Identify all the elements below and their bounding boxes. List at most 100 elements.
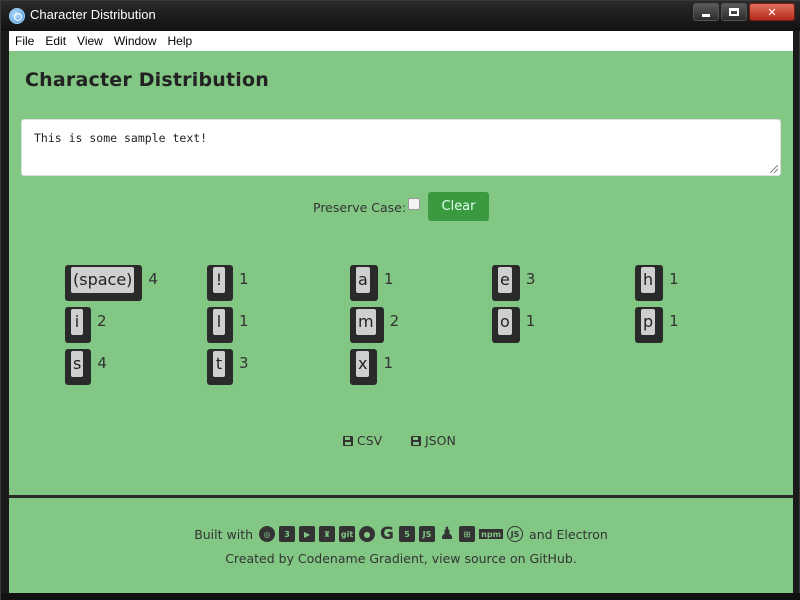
char-entry: t 3 [207,349,249,385]
char-count: 1 [239,270,249,288]
char-key: x [350,349,378,385]
char-key: l [207,307,233,343]
char-key-label: h [641,267,656,293]
char-key-label: i [71,309,83,335]
window-controls: ✕ [691,3,795,21]
css3-icon[interactable]: 3 [279,526,296,542]
app-window: Character Distribution ✕ File Edit View … [0,0,800,600]
flag-icon[interactable]: ▶ [299,526,316,542]
minimize-button[interactable] [693,3,719,21]
json-label: JSON [425,433,456,448]
char-count: 1 [383,354,394,372]
char-entry: o 1 [492,307,535,343]
char-count: 1 [669,270,679,288]
close-icon: ✕ [767,5,777,19]
built-with-label: Built with [194,526,254,542]
google-icon[interactable]: G [379,524,395,544]
preserve-case-checkbox[interactable] [408,198,420,210]
and-electron-label: and Electron [529,526,608,542]
preserve-case-label: Preserve Case: [313,200,407,215]
char-key: i [65,307,91,343]
menu-help[interactable]: Help [163,34,198,48]
resize-grip[interactable] [770,165,778,173]
char-key: ! [207,265,233,301]
menu-edit[interactable]: Edit [40,34,71,48]
window-title: Character Distribution [30,7,156,22]
floppy-disk-icon [411,435,421,446]
char-key-label: a [356,267,370,293]
char-entry: e 3 [492,265,535,301]
credit-line: Created by Codename Gradient, view sourc… [225,551,577,566]
built-with-line: Built with ◎ 3 ▶ ♜ git ● G 5 JS ♟ ⊞ npm … [9,523,793,545]
menu-view[interactable]: View [72,34,108,48]
char-key-label: e [498,267,512,293]
main-content: Character Distribution This is some samp… [9,51,793,593]
char-key: s [65,349,92,385]
char-key-label: l [213,309,225,335]
menu-file[interactable]: File [10,34,39,48]
char-key: p [635,307,664,343]
char-count: 1 [669,312,679,330]
csv-label: CSV [357,433,383,448]
download-row: CSV JSON [9,433,793,453]
char-count: 4 [97,354,107,372]
tech-icon-list: ◎ 3 ▶ ♜ git ● G 5 JS ♟ ⊞ npm JS [257,524,525,544]
char-entry: m 2 [350,307,399,343]
char-entry: x 1 [350,349,393,385]
floppy-disk-icon [343,435,353,446]
char-count: 4 [148,270,158,288]
git-icon[interactable]: git [339,526,356,542]
char-key-label: p [641,309,656,335]
title-bar[interactable]: Character Distribution ✕ [1,1,800,31]
character-grid: (space) 4 ! 1 a 1 e 3 h 1 i 2 l 1 m 2 o … [65,265,785,387]
char-key: h [635,265,664,301]
char-count: 1 [525,312,536,330]
maximize-button[interactable] [721,3,747,21]
char-key: o [492,307,520,343]
nodejs-icon[interactable]: JS [507,526,524,542]
json-download-link[interactable]: JSON [411,433,456,448]
char-entry: s 4 [65,349,107,385]
char-entry: p 1 [635,307,679,343]
menu-window[interactable]: Window [109,34,162,48]
char-count: 3 [525,270,536,288]
char-key-label: t [213,351,225,377]
char-key: a [350,265,378,301]
maximize-icon [729,8,739,16]
github-icon[interactable]: ● [359,526,376,542]
options-row: Preserve Case: Clear [9,192,793,222]
char-entry: a 1 [350,265,393,301]
csv-download-link[interactable]: CSV [343,433,382,448]
char-entry: i 2 [65,307,107,343]
npm-icon[interactable]: npm [479,529,504,539]
char-count: 1 [239,312,249,330]
char-count: 2 [97,312,107,330]
char-count: 1 [383,270,394,288]
char-entry: (space) 4 [65,265,158,301]
menu-bar: File Edit View Window Help [9,31,793,51]
char-key-label: m [356,309,376,335]
close-button[interactable]: ✕ [749,3,795,21]
char-entry: h 1 [635,265,679,301]
page-title: Character Distribution [25,69,269,91]
window-bottom-border [1,593,800,600]
char-key-label: o [498,309,512,335]
clear-button[interactable]: Clear [428,192,489,221]
linux-icon[interactable]: ♟ [439,524,455,544]
char-key: (space) [65,265,143,301]
char-key-label: ! [213,267,225,293]
char-key-label: x [356,351,370,377]
html5-icon[interactable]: 5 [399,526,416,542]
app-logo-icon [9,8,25,24]
windows-icon[interactable]: ⊞ [459,526,476,542]
text-input[interactable]: This is some sample text! [21,119,781,176]
js-square-icon[interactable]: JS [419,526,436,542]
chrome-icon[interactable]: ◎ [259,526,276,542]
char-key: t [207,349,233,385]
castle-icon[interactable]: ♜ [319,526,336,542]
char-key: m [350,307,384,343]
char-key-label: s [71,351,84,377]
char-count: 2 [389,312,400,330]
footer-divider [9,495,793,498]
char-count: 3 [239,354,249,372]
